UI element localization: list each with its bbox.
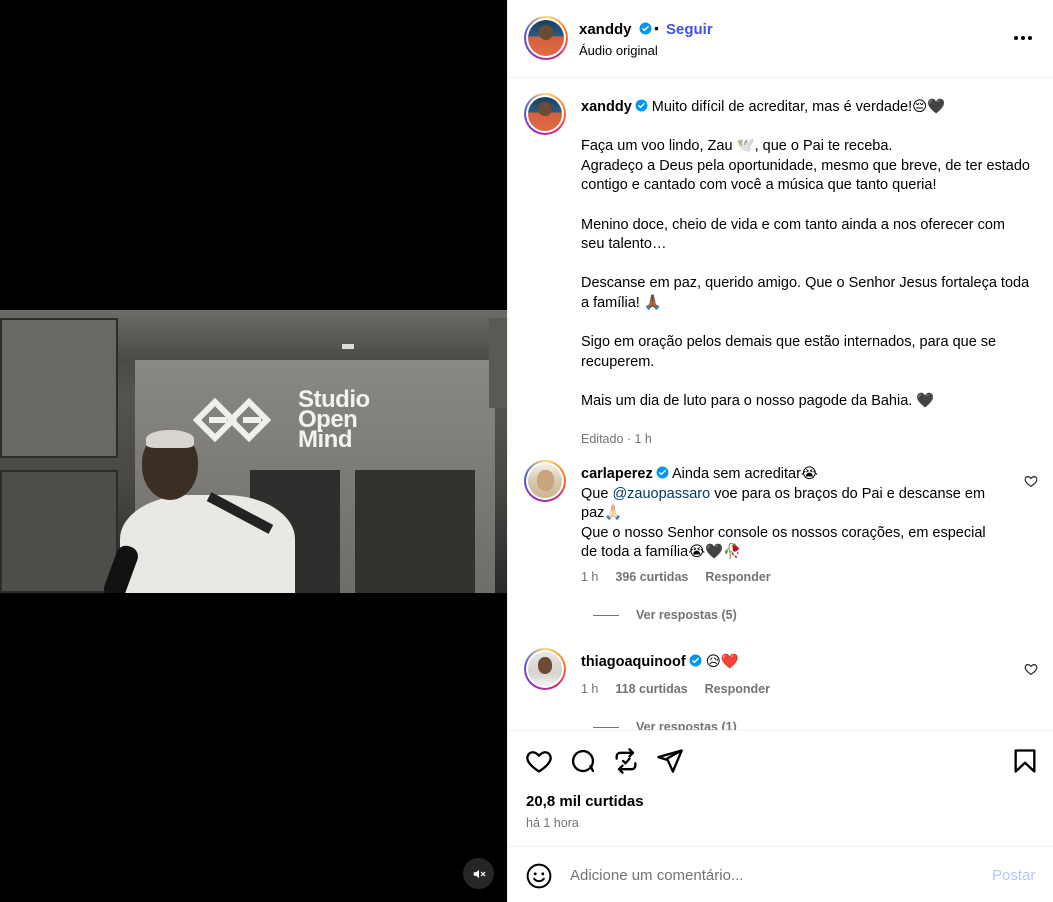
audio-link[interactable]: Áudio original bbox=[579, 43, 658, 58]
comment-body: Que o nosso Senhor console os nossos cor… bbox=[581, 524, 986, 561]
comment-composer: Postar bbox=[508, 846, 1053, 902]
reply-button[interactable]: Responder bbox=[705, 570, 770, 584]
studio-logo-text: Studio Open Mind bbox=[298, 388, 370, 453]
more-options-button[interactable] bbox=[1011, 26, 1035, 50]
comment-text: carlaperez Ainda sem acreditar😭 Que @zauo… bbox=[581, 465, 1001, 563]
comment-likes[interactable]: 396 curtidas bbox=[615, 570, 688, 584]
author-avatar[interactable] bbox=[524, 16, 568, 60]
follow-button[interactable]: Seguir bbox=[666, 21, 713, 38]
view-replies-button[interactable]: Ver respostas (5) bbox=[593, 608, 737, 622]
comment-text: thiagoaquinoof 😥❤️ bbox=[581, 653, 1001, 673]
mute-toggle-button[interactable] bbox=[463, 858, 494, 889]
caption-author-avatar-image bbox=[528, 97, 562, 131]
view-replies-label[interactable]: Ver respostas (5) bbox=[636, 608, 737, 622]
comment-mention-link[interactable]: @zauopassaro bbox=[612, 486, 710, 502]
video-ceiling-light bbox=[342, 344, 354, 349]
comment-body: 😥❤️ bbox=[701, 654, 739, 670]
comment-likes[interactable]: 118 curtidas bbox=[615, 682, 687, 696]
studio-logo-mark bbox=[192, 397, 272, 443]
comment-icon[interactable] bbox=[569, 747, 597, 775]
comment-avatar-image bbox=[528, 652, 562, 686]
view-replies-button[interactable]: Ver respostas (1) bbox=[593, 720, 737, 730]
comment-avatar-image bbox=[528, 464, 562, 498]
speaker-muted-icon bbox=[473, 869, 485, 878]
repost-icon[interactable] bbox=[612, 747, 640, 775]
comment-time[interactable]: 1 h bbox=[581, 682, 598, 696]
comment-input[interactable] bbox=[570, 865, 970, 885]
verified-badge-icon bbox=[639, 22, 652, 35]
comment-time[interactable]: 1 h bbox=[581, 570, 598, 584]
comment-like-heart-icon[interactable] bbox=[1024, 474, 1038, 488]
video-panel bbox=[0, 318, 118, 458]
bookmark-icon[interactable] bbox=[1011, 747, 1039, 775]
post-media[interactable]: Studio Open Mind bbox=[0, 0, 507, 902]
post-comment-button[interactable]: Postar bbox=[992, 867, 1035, 884]
post-actions: 20,8 mil curtidas há 1 hora bbox=[508, 730, 1053, 846]
post-time[interactable]: há 1 hora bbox=[526, 816, 579, 830]
replies-divider bbox=[593, 614, 619, 616]
likes-count[interactable]: 20,8 mil curtidas bbox=[526, 793, 644, 810]
comment-meta: 1 h 396 curtidas Responder bbox=[581, 570, 771, 584]
reply-button[interactable]: Responder bbox=[705, 682, 770, 696]
verified-badge-icon bbox=[635, 99, 648, 112]
author-avatar-image bbox=[528, 20, 564, 56]
instagram-post-modal: Studio Open Mind xanddy • Seguir Áudio o… bbox=[0, 0, 1053, 902]
replies-divider bbox=[593, 726, 619, 728]
video-person-hair bbox=[146, 430, 194, 448]
comment-like-heart-icon[interactable] bbox=[1024, 662, 1038, 676]
comment-body: Que bbox=[581, 485, 613, 502]
video-acoustic-panel bbox=[355, 470, 475, 593]
comment-avatar[interactable] bbox=[524, 648, 566, 690]
caption-text: xanddy Muito difícil de acreditar, mas é… bbox=[581, 98, 1031, 412]
header-separator: • bbox=[654, 20, 659, 36]
author-username[interactable]: xanddy bbox=[579, 21, 632, 38]
comment-body: Ainda sem acreditar😭 bbox=[668, 466, 818, 482]
caption-body: Muito difícil de acreditar, mas é verdad… bbox=[581, 99, 1030, 409]
caption-meta: Editado · 1 h bbox=[581, 432, 652, 446]
video-panel bbox=[489, 318, 507, 408]
comment-username[interactable]: thiagoaquinoof bbox=[581, 654, 686, 670]
post-header: xanddy • Seguir Áudio original bbox=[508, 0, 1053, 78]
verified-badge-icon bbox=[656, 466, 669, 479]
view-replies-label[interactable]: Ver respostas (1) bbox=[636, 720, 737, 730]
comment-meta: 1 h 118 curtidas Responder bbox=[581, 682, 770, 696]
video-panel bbox=[0, 470, 118, 593]
author-username-row[interactable]: xanddy bbox=[579, 21, 652, 38]
emoji-icon[interactable] bbox=[526, 863, 552, 889]
caption-author-avatar[interactable] bbox=[524, 93, 566, 135]
comment-avatar[interactable] bbox=[524, 460, 566, 502]
post-side-panel: xanddy • Seguir Áudio original xanddy Mu… bbox=[507, 0, 1053, 902]
heart-icon[interactable] bbox=[525, 747, 553, 775]
more-horizontal-icon bbox=[1014, 36, 1032, 40]
comments-scroll-area[interactable]: xanddy Muito difícil de acreditar, mas é… bbox=[508, 79, 1053, 730]
comment-username[interactable]: carlaperez bbox=[581, 466, 653, 482]
share-icon[interactable] bbox=[656, 747, 684, 775]
studio-logo-line: Mind bbox=[298, 426, 352, 453]
verified-badge-icon bbox=[689, 654, 702, 667]
caption-username[interactable]: xanddy bbox=[581, 99, 632, 115]
video-person-body bbox=[120, 495, 295, 593]
video-player[interactable]: Studio Open Mind bbox=[0, 310, 507, 593]
